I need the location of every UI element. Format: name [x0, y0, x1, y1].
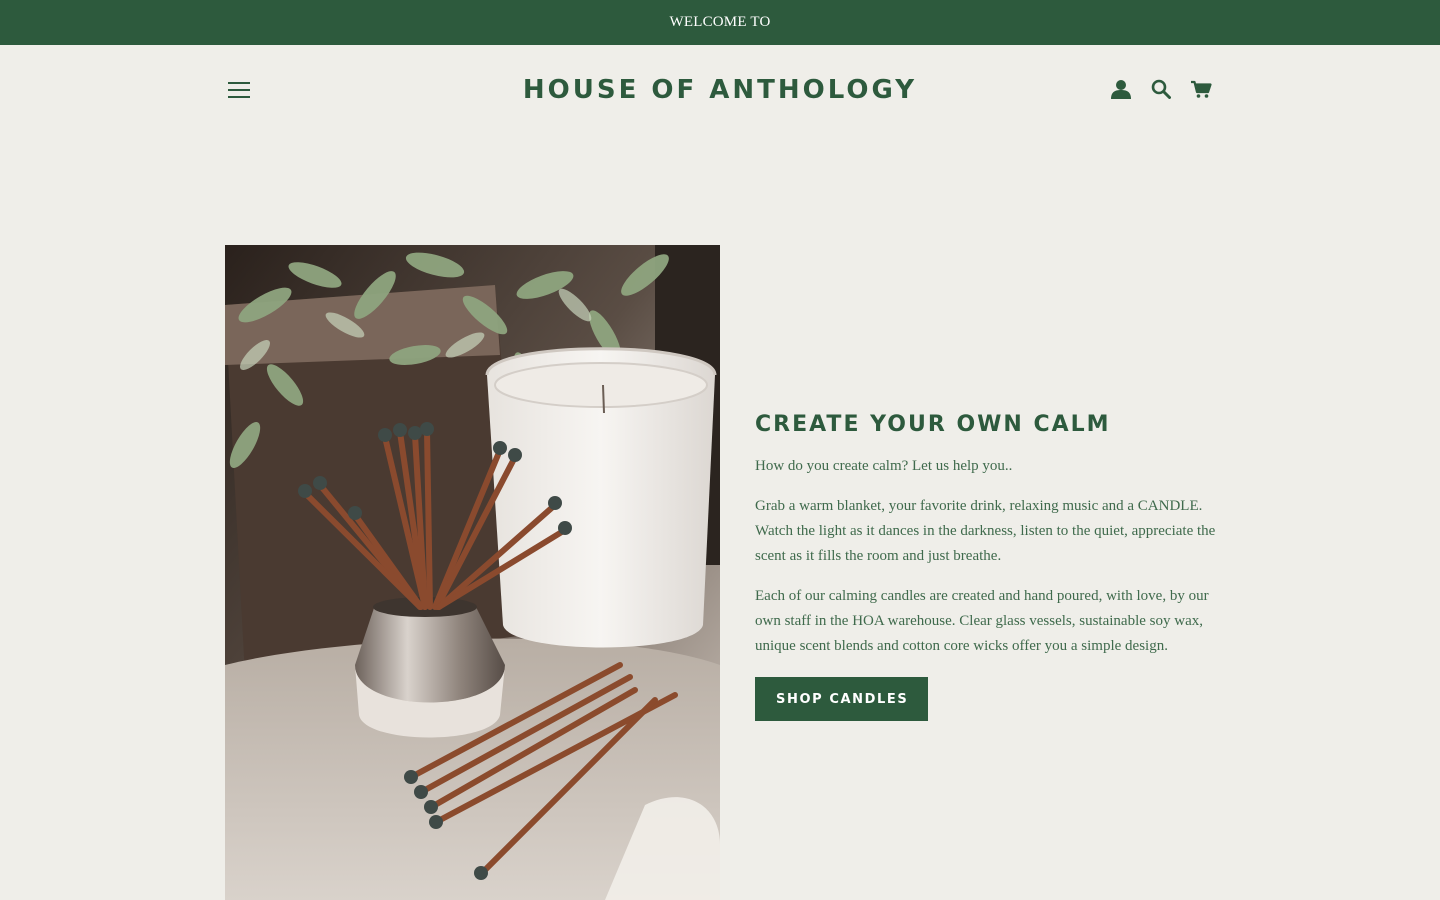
feature-title: CREATE YOUR OWN CALM	[755, 412, 1111, 437]
shop-candles-button[interactable]: SHOP CANDLES	[755, 677, 929, 721]
search-icon[interactable]	[1150, 78, 1172, 100]
account-icon[interactable]	[1110, 78, 1132, 100]
feature-text: CREATE YOUR OWN CALM How do you create c…	[755, 410, 1220, 721]
feature-paragraph-ritual: Grab a warm blanket, your favorite drink…	[755, 498, 1216, 564]
cart-icon[interactable]	[1190, 78, 1212, 100]
feature-paragraph-intro: How do you create calm? Let us help you.…	[755, 458, 1013, 474]
header-icons	[1110, 78, 1212, 100]
site-header: HOUSE OF ANTHOLOGY	[0, 45, 1440, 135]
feature-paragraph-craft: Each of our calming candles are created …	[755, 588, 1209, 654]
candle-and-matches-photo	[225, 245, 720, 900]
announcement-text: WELCOME TO	[669, 14, 771, 30]
feature-section: CREATE YOUR OWN CALM How do you create c…	[0, 135, 1440, 900]
site-logo[interactable]: HOUSE OF ANTHOLOGY	[0, 74, 1440, 106]
announcement-bar: WELCOME TO	[0, 0, 1440, 45]
